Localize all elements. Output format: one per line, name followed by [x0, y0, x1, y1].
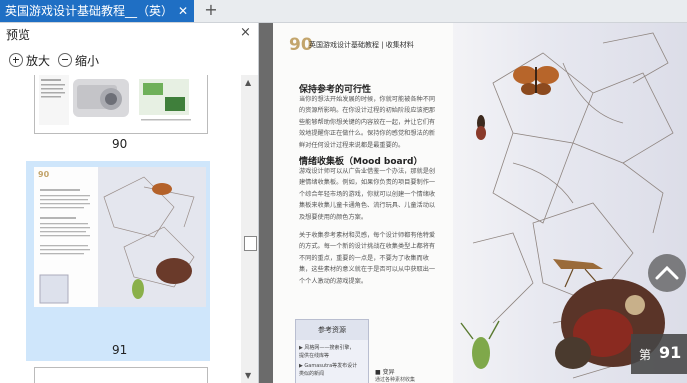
- beetle-icon: [476, 115, 486, 140]
- zoom-out-icon: [58, 53, 72, 67]
- page-indicator-number: 91: [659, 343, 682, 362]
- zoom-out-button[interactable]: 缩小: [58, 51, 99, 69]
- thumbnail-page-number-91: 91: [112, 343, 128, 357]
- panel-close-icon[interactable]: ×: [240, 25, 251, 40]
- preview-panel-title: 预览: [6, 28, 31, 42]
- document-tab[interactable]: 英国游戏设计基础教程__（英） ✕: [0, 0, 194, 22]
- page-90-preview-image: [39, 75, 191, 125]
- document-page: 90 英国游戏设计基础教程 | 收集材料 保持参考的可行性 当你的想法开始发展的…: [273, 23, 687, 383]
- page-indicator-prefix: 第: [639, 348, 652, 362]
- reference-item: 提供在线库等: [299, 353, 330, 359]
- reference-item: ▶ 风格网——搜索引擎，: [299, 345, 355, 351]
- page-91-preview-image: 90: [34, 167, 206, 307]
- document-tab-title: 英国游戏设计基础教程__（英）: [5, 4, 165, 18]
- page-illustration: [453, 23, 687, 383]
- section-body-mood-board: 游戏设计师可以从广告业借鉴一个办法，那就是创建情绪收集板。例如，如果你负责的项目…: [299, 168, 436, 221]
- current-page-indicator: 第 91: [631, 334, 687, 374]
- scroll-up-arrow-icon[interactable]: ▲: [245, 78, 251, 87]
- thumbnail-page-number-90: 90: [112, 137, 128, 151]
- scroll-down-arrow-icon[interactable]: ▼: [245, 371, 251, 380]
- chevron-up-icon: [655, 265, 679, 280]
- zoom-in-icon: [9, 53, 23, 67]
- reference-sidebar-box: 参考资源 ▶ 风格网——搜索引擎， 提供在线库等 ▶ Gamasutra等发布设…: [295, 319, 369, 383]
- tab-close-icon[interactable]: ✕: [176, 0, 190, 22]
- tab-bar: 英国游戏设计基础教程__（英） ✕ +: [0, 0, 687, 23]
- concept-art-sketch: [460, 32, 674, 379]
- svg-text:90: 90: [38, 170, 50, 179]
- zoom-in-label: 放大: [26, 54, 51, 68]
- thumbnail-list: 90 90 91: [0, 75, 241, 383]
- thumbnail-scrollbar[interactable]: ▲ ▼: [241, 75, 258, 383]
- reference-box-title: 参考资源: [296, 320, 368, 340]
- butterfly-icon: [513, 66, 559, 95]
- preview-panel: 预览 × 放大 缩小 90 90 91 ▲ ▼: [0, 23, 259, 383]
- tip-body: 通过各种素材收集: [375, 377, 416, 383]
- reference-item: 类似的新闻: [299, 371, 325, 377]
- page-thumbnail-92[interactable]: [34, 367, 208, 383]
- mantis-icon: [460, 320, 500, 369]
- page-thumbnail-91[interactable]: 90: [34, 167, 206, 307]
- zoom-out-label: 缩小: [75, 54, 100, 68]
- tip-box: ■ 变异 通过各种素材收集: [375, 367, 415, 383]
- scroll-to-top-button[interactable]: [648, 254, 686, 292]
- page-running-header: 英国游戏设计基础教程 | 收集材料: [309, 41, 414, 49]
- new-tab-button[interactable]: +: [202, 0, 220, 22]
- section-body-collection: 关于收集参考素材和灵感，每个设计师都有他特爱的方式。每一个新的设计挑战在收集类型…: [299, 232, 436, 285]
- document-viewport[interactable]: 90 英国游戏设计基础教程 | 收集材料 保持参考的可行性 当你的想法开始发展的…: [259, 23, 687, 383]
- preview-panel-header: 预览 ×: [0, 23, 258, 45]
- tip-label: ■ 变异: [375, 369, 395, 376]
- section-body-reference: 当你的想法开始发展的时候，你就可能被各种不同的资源所影响。在你设计过程的初始阶段…: [299, 96, 436, 149]
- page-thumbnail-90[interactable]: [34, 75, 208, 134]
- zoom-in-button[interactable]: 放大: [9, 51, 50, 69]
- reference-item: ▶ Gamasutra等发布设计: [299, 363, 358, 369]
- scrollbar-thumb[interactable]: [244, 236, 257, 251]
- zoom-toolbar: 放大 缩小: [0, 47, 258, 73]
